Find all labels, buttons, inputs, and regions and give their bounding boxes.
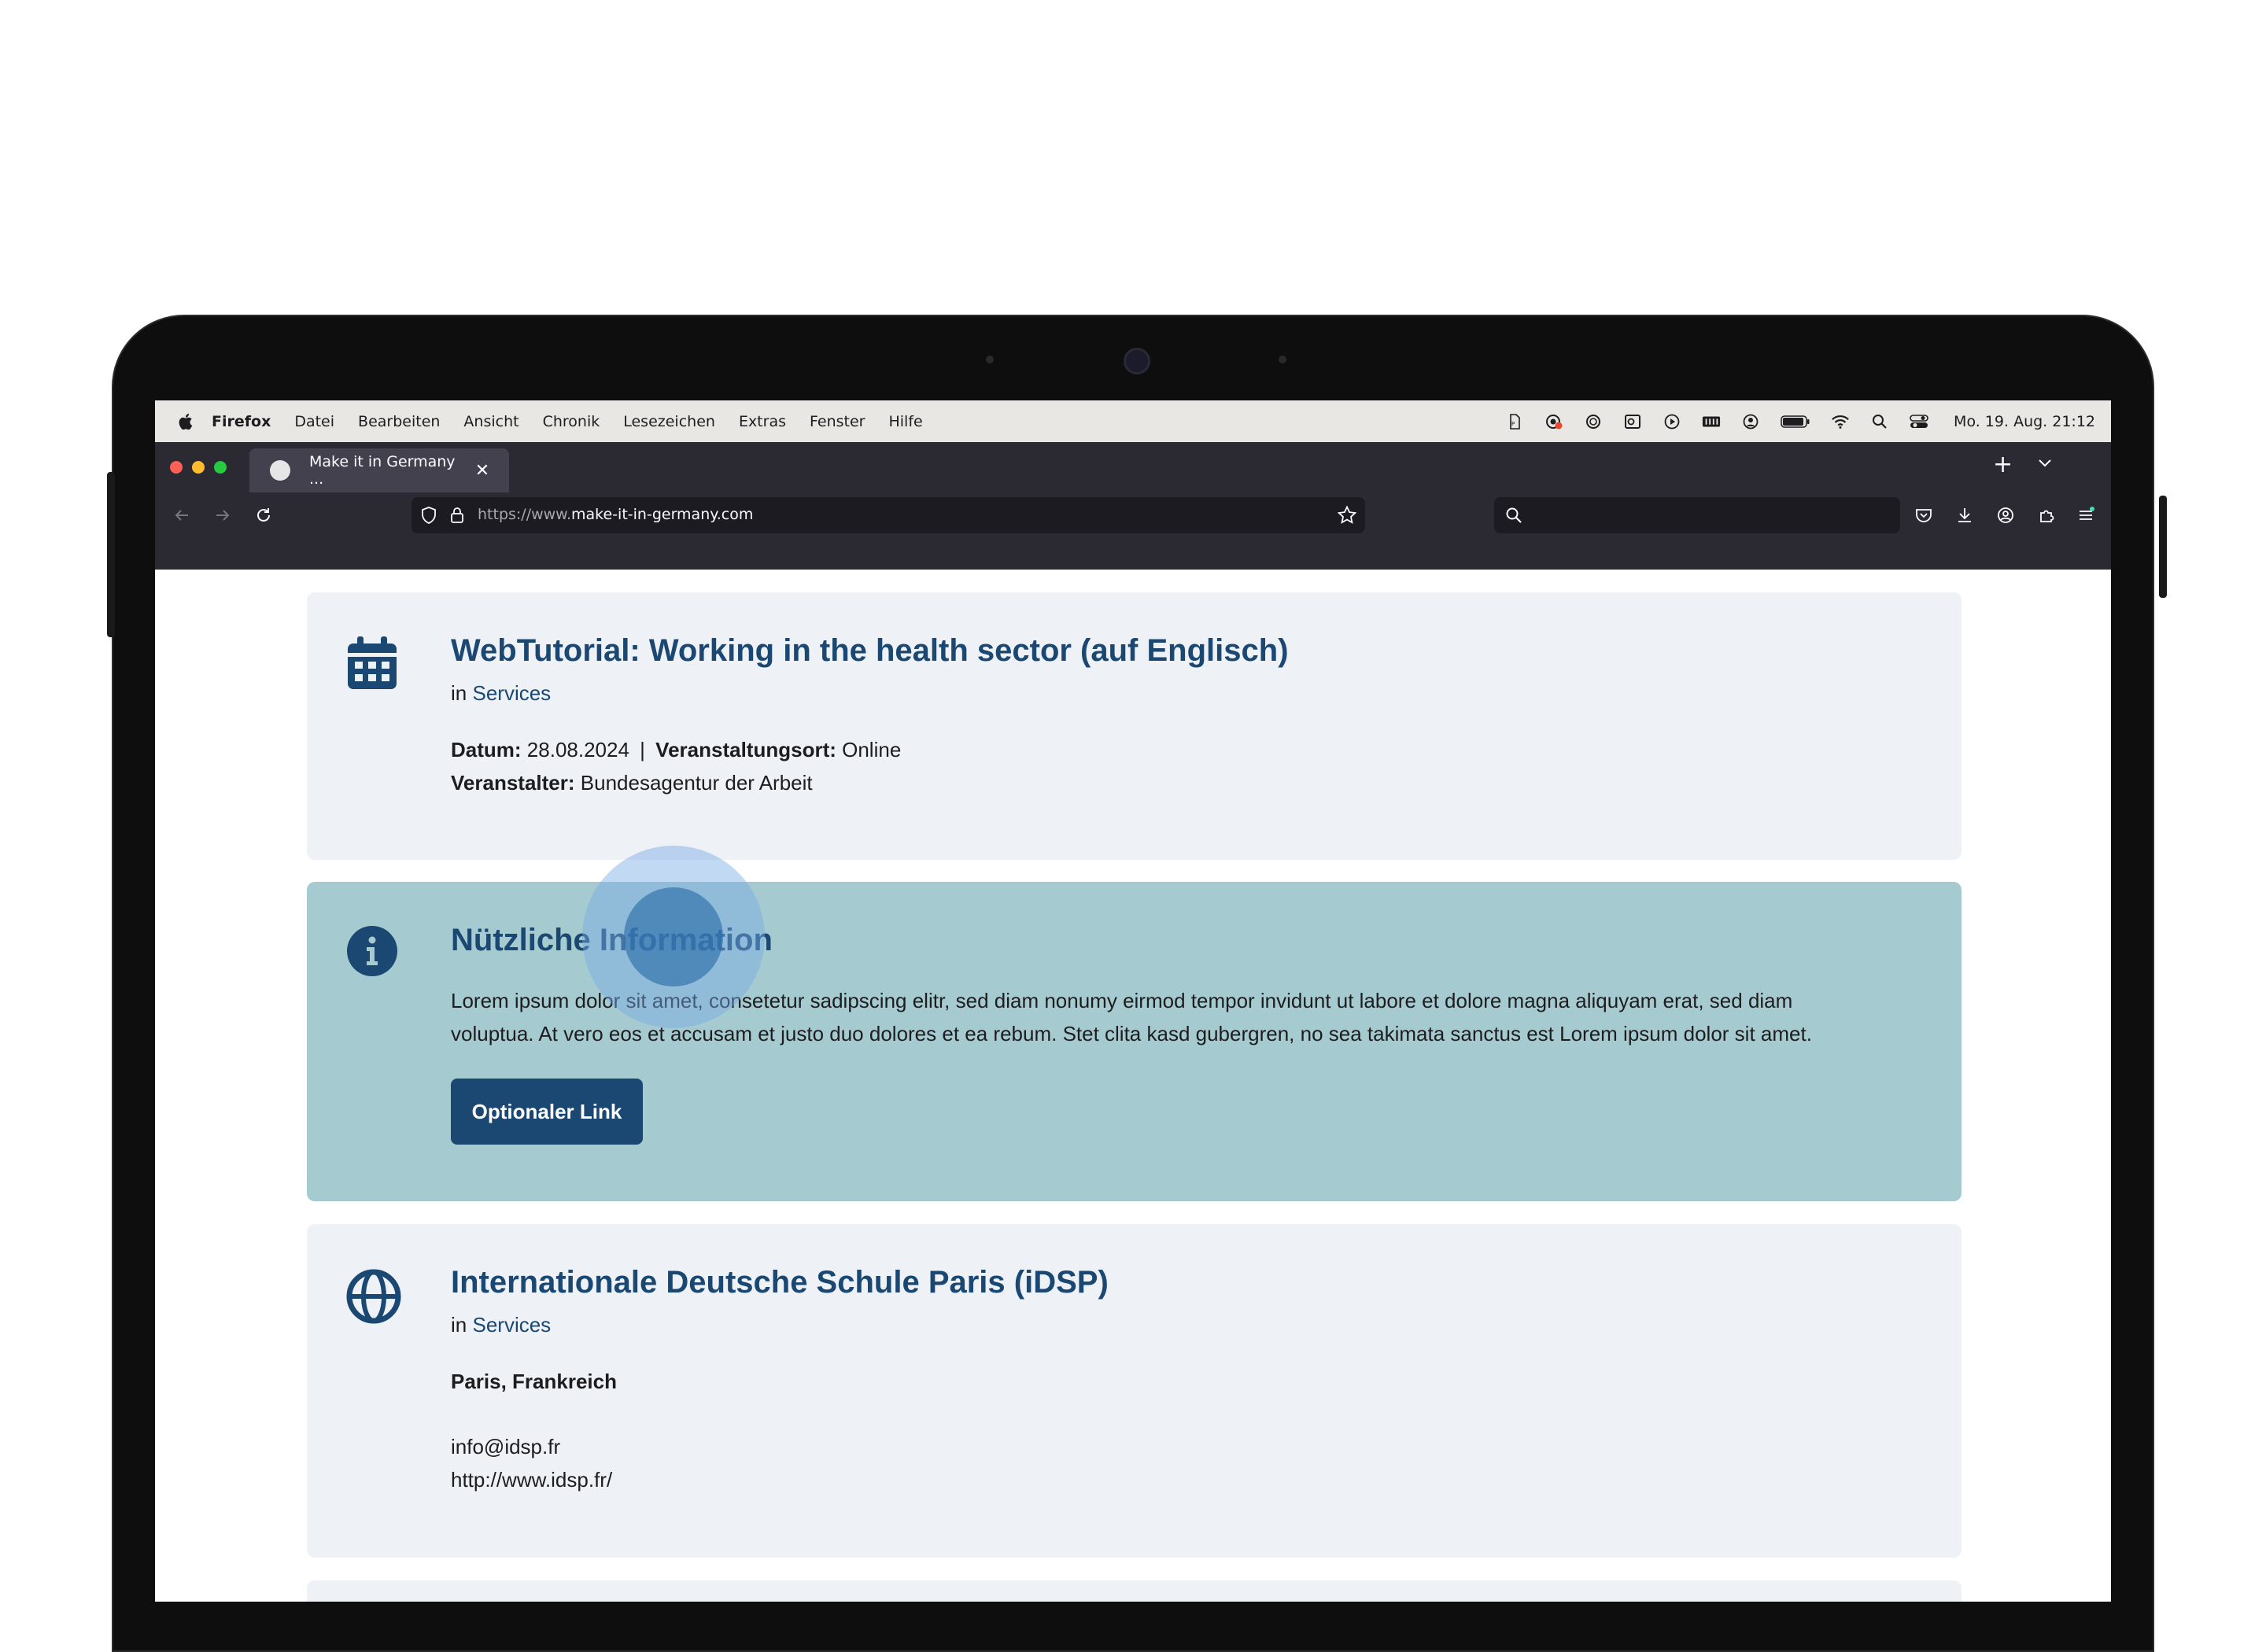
contact-category-link[interactable]: Services: [472, 1313, 551, 1337]
next-card-partial: [307, 1580, 1962, 1602]
globe-icon: [346, 1269, 401, 1328]
event-title[interactable]: WebTutorial: Working in the health secto…: [451, 633, 1289, 669]
contact-card: Internationale Deutsche Schule Paris (iD…: [307, 1224, 1962, 1558]
pdf-icon[interactable]: P: [1505, 412, 1524, 431]
event-date-venue: Datum: 28.08.2024 | Veranstaltungsort: O…: [451, 738, 901, 762]
spotlight-search-icon[interactable]: [1870, 412, 1889, 431]
contact-category-line: in Services: [451, 1313, 551, 1337]
venue-value: Online: [842, 738, 902, 761]
back-arrow-icon[interactable]: [171, 504, 193, 526]
tab-list-chevron-icon[interactable]: [2035, 453, 2054, 472]
laptop-screen: Firefox Datei Bearbeiten Ansicht Chronik…: [155, 400, 2111, 1602]
info-card: Nützliche Information Lorem ipsum dolor …: [307, 882, 1962, 1201]
apple-logo-icon[interactable]: [177, 412, 193, 431]
window-zoom-button[interactable]: [214, 461, 227, 474]
contact-location: Paris, Frankreich: [451, 1370, 617, 1393]
menu-ansicht[interactable]: Ansicht: [463, 413, 519, 430]
pocket-icon[interactable]: [1913, 504, 1935, 526]
window-minimize-button[interactable]: [192, 461, 205, 474]
svg-text:P: P: [1511, 421, 1515, 427]
menu-chronik[interactable]: Chronik: [543, 413, 600, 430]
record-icon[interactable]: [1544, 412, 1563, 431]
browser-chrome: Make it in Germany ... ✕ + https://www.m…: [155, 442, 2111, 570]
menu-hilfe[interactable]: Hilfe: [888, 413, 922, 430]
macos-menubar: Firefox Datei Bearbeiten Ansicht Chronik…: [155, 400, 2111, 442]
click-highlight-dot: [624, 887, 723, 986]
optional-link-button[interactable]: Optionaler Link: [451, 1079, 643, 1145]
search-input[interactable]: [1533, 502, 1883, 529]
url-scheme: https://www.: [478, 506, 572, 523]
battery-icon[interactable]: [1781, 412, 1810, 431]
category-prefix: in: [451, 681, 467, 705]
page-content: WebTutorial: Working in the health secto…: [155, 570, 2111, 1602]
search-icon: [1505, 507, 1522, 524]
browser-toolbar: https://www.make-it-in-germany.com: [155, 492, 2111, 538]
downloads-icon[interactable]: [1954, 504, 1976, 526]
browser-tab-active[interactable]: Make it in Germany ... ✕: [249, 448, 509, 492]
menu-bearbeiten[interactable]: Bearbeiten: [358, 413, 440, 430]
menu-app-name[interactable]: Firefox: [212, 413, 271, 430]
menu-fenster[interactable]: Fenster: [810, 413, 865, 430]
menubar-status-area: P Mo. 19. Aug. 21:12: [1505, 400, 2095, 442]
window-close-button[interactable]: [170, 461, 183, 474]
app-menu-icon[interactable]: [2075, 504, 2097, 526]
meta-separator: |: [640, 738, 645, 761]
tab-title: Make it in Germany ...: [309, 453, 456, 488]
keyboard-icon[interactable]: [1702, 412, 1721, 431]
search-bar[interactable]: [1494, 497, 1900, 533]
webcam: [1124, 348, 1150, 374]
event-organizer: Veranstalter: Bundesagentur der Arbeit: [451, 771, 813, 795]
date-value: 28.08.2024: [526, 738, 629, 761]
extensions-icon[interactable]: [2035, 504, 2057, 526]
menu-lesezeichen[interactable]: Lesezeichen: [623, 413, 715, 430]
date-label: Datum:: [451, 738, 522, 761]
sensor-right: [1279, 356, 1286, 363]
tracking-shield-icon[interactable]: [419, 506, 438, 525]
address-bar[interactable]: https://www.make-it-in-germany.com: [411, 497, 1365, 533]
control-center-icon[interactable]: [1910, 412, 1928, 431]
forward-arrow-icon[interactable]: [212, 504, 234, 526]
outlook-icon[interactable]: [1623, 412, 1642, 431]
lock-icon[interactable]: [449, 506, 465, 525]
url-host: make-it-in-germany.com: [571, 506, 754, 523]
user-circle-icon[interactable]: [1741, 412, 1760, 431]
menubar-clock[interactable]: Mo. 19. Aug. 21:12: [1954, 413, 2095, 430]
category-prefix: in: [451, 1313, 467, 1337]
info-icon: [346, 925, 398, 981]
new-tab-button[interactable]: +: [1993, 453, 2013, 477]
organizer-label: Veranstalter:: [451, 771, 575, 795]
bookmark-star-icon[interactable]: [1337, 505, 1357, 525]
menu-datei[interactable]: Datei: [294, 413, 334, 430]
event-category-line: in Services: [451, 681, 551, 706]
contact-title[interactable]: Internationale Deutsche Schule Paris (iD…: [451, 1265, 1109, 1300]
sensor-left: [986, 356, 994, 363]
play-icon[interactable]: [1663, 412, 1681, 431]
venue-label: Veranstaltungsort:: [655, 738, 836, 761]
tab-close-icon[interactable]: ✕: [473, 461, 492, 481]
reload-icon[interactable]: [253, 504, 275, 526]
account-icon[interactable]: [1995, 504, 2017, 526]
contact-email-link[interactable]: info@idsp.fr: [451, 1435, 560, 1459]
contact-website-link[interactable]: http://www.idsp.fr/: [451, 1468, 612, 1492]
calendar-icon: [346, 636, 398, 695]
organizer-value: Bundesagentur der Arbeit: [580, 771, 813, 795]
laptop-left-button: [107, 472, 115, 637]
wifi-icon[interactable]: [1831, 412, 1850, 431]
chatgpt-icon[interactable]: [1584, 412, 1603, 431]
tab-favicon-icon: [270, 460, 290, 481]
event-card: WebTutorial: Working in the health secto…: [307, 592, 1962, 860]
menu-extras[interactable]: Extras: [739, 413, 786, 430]
laptop-right-button: [2159, 496, 2167, 598]
url-text[interactable]: https://www.make-it-in-germany.com: [478, 506, 753, 523]
event-category-link[interactable]: Services: [472, 681, 551, 705]
